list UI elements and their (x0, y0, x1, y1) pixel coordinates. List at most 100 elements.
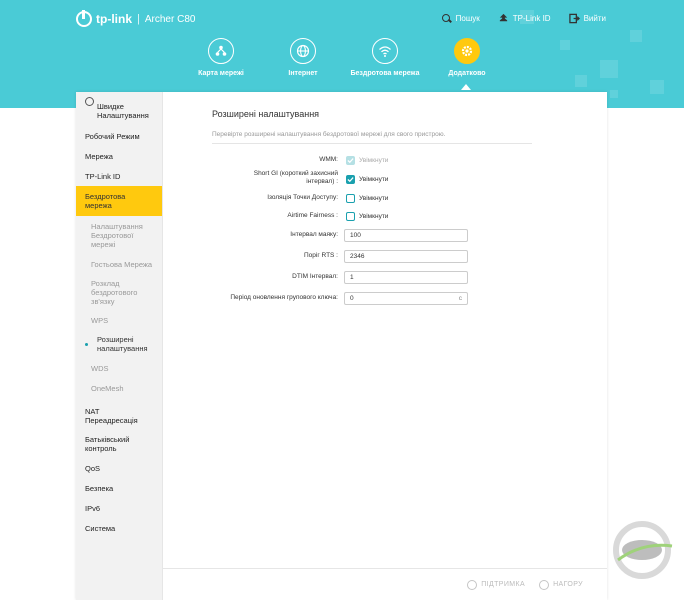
search-link[interactable]: Пошук (441, 13, 480, 24)
tab-wireless-label: Бездротова мережа (350, 70, 420, 77)
tab-network-map[interactable]: Карта мережі (180, 38, 262, 78)
group-key-label: Період оновлення групового ключа: (230, 294, 338, 301)
sidebar-item-label: OneMesh (91, 383, 124, 393)
main-panel: Швидке Налаштування Робочий Режим Мережа… (76, 92, 607, 600)
sidebar-item-wireless[interactable]: Бездротова мережа (76, 186, 162, 216)
sidebar-item-label: NAT Переадресація (85, 407, 138, 425)
beacon-label: Інтервал маяку: (290, 231, 338, 238)
sidebar-item-network[interactable]: Мережа (76, 146, 162, 166)
sidebar-item-label: Безпека (85, 483, 114, 493)
ap-isolation-label: Ізоляція Точки Доступу: (267, 194, 338, 201)
ap-isolation-option-label: Увімкнути (359, 195, 389, 202)
wmm-label: WMM: (319, 156, 338, 163)
sidebar-item-tplink-id[interactable]: TP-Link ID (76, 166, 162, 186)
logo-brand: tp-link (96, 12, 132, 26)
sidebar-item-label: Розклад бездротового зв'язку (91, 278, 138, 306)
sidebar-item-label: Налаштування Бездротової мережі (91, 221, 143, 249)
airtime-label: Airtime Fairness : (287, 212, 338, 219)
dtim-row: DTIM Інтервал: 1 (212, 271, 612, 284)
brand-logo[interactable]: tp-link | Archer C80 (76, 10, 196, 27)
model-name: Archer C80 (144, 13, 196, 25)
sidebar-item-security[interactable]: Безпека (76, 478, 162, 498)
dtim-interval-input[interactable]: 1 (344, 271, 468, 284)
ap-isolation-checkbox[interactable] (346, 194, 355, 203)
network-map-icon (208, 38, 234, 64)
sidebar-subitem-advanced-settings[interactable]: Розширені налаштування (76, 330, 162, 358)
active-tab-caret (461, 84, 471, 90)
sidebar-item-label: Батьківський контроль (85, 435, 130, 453)
sidebar-subitem-guest-network[interactable]: Гостьова Мережа (76, 254, 162, 274)
globe-icon (290, 38, 316, 64)
tab-wireless[interactable]: Бездротова мережа (344, 38, 426, 78)
support-label: ПІДТРИМКА (481, 581, 526, 588)
sidebar-item-operation-mode[interactable]: Робочий Режим (76, 126, 162, 146)
sidebar-subitem-wireless-schedule[interactable]: Розклад бездротового зв'язку (76, 274, 162, 310)
sidebar-item-parental-controls[interactable]: Батьківський контроль (76, 430, 162, 458)
sidebar-item-qos[interactable]: QoS (76, 458, 162, 478)
page-title: Розширені налаштування (212, 109, 320, 119)
page-description: Перевірте розширені налаштування бездрот… (212, 127, 532, 144)
rts-threshold-input[interactable]: 2346 (344, 250, 468, 263)
sidebar-item-quick-setup[interactable]: Швидке Налаштування (76, 92, 162, 126)
beacon-interval-value: 100 (350, 232, 361, 239)
airtime-row: Airtime Fairness : Увімкнути (212, 212, 612, 221)
current-page-bullet (85, 342, 88, 346)
sidebar-item-label: IPv6 (85, 503, 101, 513)
tab-internet[interactable]: Інтернет (262, 38, 344, 78)
back-to-top-label: НАГОРУ (553, 581, 583, 588)
sidebar-item-ipv6[interactable]: IPv6 (76, 498, 162, 518)
tplink-logo-icon (76, 10, 92, 27)
logout-link[interactable]: Вийти (568, 13, 606, 24)
sidebar-item-label: WPS (91, 315, 109, 325)
group-key-period-value: 0 (350, 295, 354, 302)
beacon-interval-input[interactable]: 100 (344, 229, 468, 242)
sidebar-item-label: Бездротова мережа (85, 192, 126, 210)
short-gi-row: Short GI (короткий захисний інтервал) : … (212, 170, 612, 188)
wmm-option-label: Увімкнути (359, 157, 389, 164)
rts-row: Поріг RTS : 2346 (212, 250, 612, 263)
dtim-label: DTIM Інтервал: (292, 273, 338, 280)
ap-isolation-row: Ізоляція Точки Доступу: Увімкнути (212, 194, 612, 203)
sidebar-subitem-wireless-settings[interactable]: Налаштування Бездротової мережі (76, 216, 162, 254)
airtime-checkbox[interactable] (346, 212, 355, 221)
support-link[interactable]: ПІДТРИМКА (467, 579, 526, 590)
logo-separator: | (137, 13, 140, 25)
short-gi-option-label: Увімкнути (359, 175, 389, 183)
rts-label: Поріг RTS : (303, 252, 338, 259)
airtime-option-label: Увімкнути (359, 213, 389, 220)
sidebar-subitem-onemesh[interactable]: OneMesh (76, 378, 162, 398)
tab-advanced-label: Додатково (448, 70, 486, 77)
sidebar-item-label: Мережа (85, 151, 113, 161)
sidebar-item-label: Робочий Режим (85, 131, 140, 141)
dtim-interval-value: 1 (350, 274, 354, 281)
user-icon (498, 13, 509, 24)
back-to-top-link[interactable]: НАГОРУ (539, 579, 583, 590)
tplink-id-link[interactable]: TP-Link ID (498, 13, 551, 24)
tplink-id-label: TP-Link ID (512, 14, 551, 23)
search-link-label: Пошук (455, 14, 480, 23)
search-icon (441, 13, 452, 24)
tab-network-map-label: Карта мережі (198, 70, 244, 77)
sidebar-item-label: QoS (85, 463, 101, 473)
group-key-period-input[interactable]: 0 с (344, 292, 468, 305)
sidebar-item-nat[interactable]: NAT Переадресація (76, 402, 162, 430)
gear-icon (85, 97, 94, 106)
logout-label: Вийти (583, 14, 606, 23)
logout-icon (568, 13, 580, 24)
page-footer: ПІДТРИМКА НАГОРУ (163, 568, 607, 600)
tab-internet-label: Інтернет (288, 70, 318, 77)
wifi-icon (372, 38, 398, 64)
sidebar-subitem-wps[interactable]: WPS (76, 310, 162, 330)
short-gi-checkbox[interactable] (346, 174, 355, 184)
sidebar-item-label: WDS (91, 363, 109, 373)
group-key-row: Період оновлення групового ключа: 0 с (212, 292, 612, 305)
tab-advanced[interactable]: Додатково (426, 38, 508, 78)
sidebar-subitem-wds[interactable]: WDS (76, 358, 162, 378)
sidebar-item-label: Розширені налаштування (97, 335, 148, 353)
rts-threshold-value: 2346 (350, 253, 365, 260)
wmm-checkbox[interactable] (346, 156, 355, 165)
sidebar-item-system[interactable]: Система (76, 518, 162, 538)
gear-icon (454, 38, 480, 64)
sidebar-item-label: Система (85, 523, 116, 533)
site-watermark-logo (606, 520, 678, 580)
